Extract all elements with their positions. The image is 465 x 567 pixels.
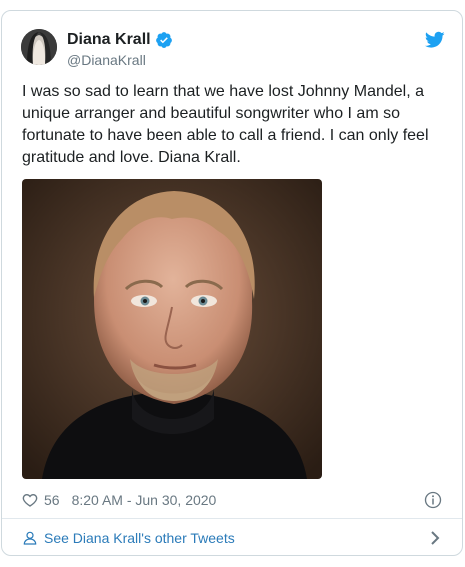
heart-icon[interactable] [22, 492, 38, 508]
person-icon [23, 531, 37, 545]
chevron-right-icon[interactable] [428, 530, 442, 546]
tweet-timestamp[interactable]: 8:20 AM - Jun 30, 2020 [72, 492, 217, 508]
see-other-tweets-label[interactable]: See Diana Krall's other Tweets [44, 530, 235, 546]
embedded-tweet-card: Diana Krall @DianaKrall I was so sad to … [1, 10, 463, 556]
like-count[interactable]: 56 [44, 492, 60, 508]
author-handle[interactable]: @DianaKrall [67, 51, 173, 69]
tweet-text: I was so sad to learn that we have lost … [22, 83, 429, 166]
verified-badge-icon [155, 32, 172, 48]
see-other-tweets-link[interactable]: See Diana Krall's other Tweets [22, 527, 442, 549]
twitter-bird-icon[interactable] [425, 31, 445, 49]
tweet-meta: 56 8:20 AM - Jun 30, 2020 [22, 489, 442, 511]
avatar[interactable] [21, 29, 57, 65]
tweet-header: Diana Krall @DianaKrall [21, 29, 445, 69]
divider [2, 518, 462, 519]
author-block[interactable]: Diana Krall @DianaKrall [67, 30, 173, 69]
author-display-name[interactable]: Diana Krall [67, 30, 151, 50]
info-icon[interactable] [424, 491, 442, 509]
tweet-photo[interactable] [22, 179, 322, 479]
